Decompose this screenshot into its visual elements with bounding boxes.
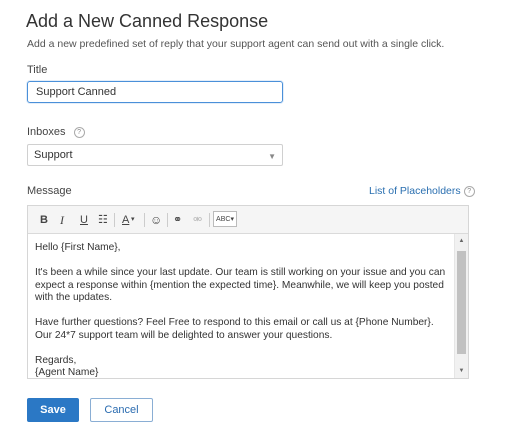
title-label: Title: [27, 64, 48, 76]
title-input[interactable]: Support Canned: [27, 81, 283, 103]
inboxes-label-row: Inboxes?: [27, 126, 85, 138]
editor-scrollbar[interactable]: ▲ ▼: [454, 234, 468, 378]
inboxes-selected-value: Support: [34, 149, 73, 161]
message-signature: {Agent Name}: [35, 367, 99, 378]
help-icon[interactable]: ?: [463, 185, 475, 197]
message-editor[interactable]: B I U ☷ A ▾ ☺ ⚭ ⚮ ABC▾ Hello {First Name…: [27, 205, 469, 379]
italic-icon[interactable]: I: [60, 213, 64, 227]
message-body[interactable]: Hello {First Name}, It's been a while si…: [35, 242, 453, 380]
unlink-icon[interactable]: ⚮: [193, 213, 202, 227]
link-icon[interactable]: ⚭: [173, 213, 182, 227]
scroll-up-icon[interactable]: ▲: [457, 238, 466, 244]
chevron-down-icon[interactable]: ▾: [131, 213, 135, 227]
bold-icon[interactable]: B: [40, 213, 48, 227]
page-title: Add a New Canned Response: [26, 11, 269, 31]
font-color-icon[interactable]: A: [122, 213, 129, 227]
scrollbar-thumb[interactable]: [457, 251, 466, 354]
toolbar-divider: [167, 213, 168, 227]
underline-icon[interactable]: U: [80, 213, 88, 227]
editor-toolbar: B I U ☷ A ▾ ☺ ⚭ ⚮ ABC▾: [28, 206, 468, 234]
message-paragraph: Have further questions? Feel Free to res…: [35, 317, 434, 341]
message-paragraph: It's been a while since your last update…: [35, 267, 446, 303]
bullet-list-icon[interactable]: ☷: [98, 213, 108, 227]
message-closing: Regards,: [35, 354, 77, 366]
spellcheck-icon[interactable]: ABC▾: [213, 211, 237, 227]
cancel-button[interactable]: Cancel: [90, 398, 153, 422]
save-button[interactable]: Save: [27, 398, 79, 422]
message-greeting: Hello {First Name},: [35, 242, 121, 253]
message-label: Message: [27, 185, 72, 197]
chevron-down-icon: ▾: [230, 216, 234, 223]
placeholders-link-row: List of Placeholders?: [369, 185, 475, 197]
list-of-placeholders-link[interactable]: List of Placeholders: [369, 185, 461, 197]
toolbar-divider: [114, 213, 115, 227]
toolbar-divider: [144, 213, 145, 227]
spellcheck-label: ABC: [216, 216, 231, 223]
page-subtitle: Add a new predefined set of reply that y…: [27, 38, 445, 50]
toolbar-divider: [209, 213, 210, 227]
emoji-icon[interactable]: ☺: [150, 213, 162, 227]
inboxes-select[interactable]: Support ▼: [27, 144, 283, 166]
help-icon[interactable]: ?: [73, 126, 85, 138]
inboxes-label: Inboxes: [27, 126, 66, 138]
scroll-down-icon[interactable]: ▼: [457, 368, 466, 374]
dropdown-caret-icon: ▼: [268, 152, 276, 161]
